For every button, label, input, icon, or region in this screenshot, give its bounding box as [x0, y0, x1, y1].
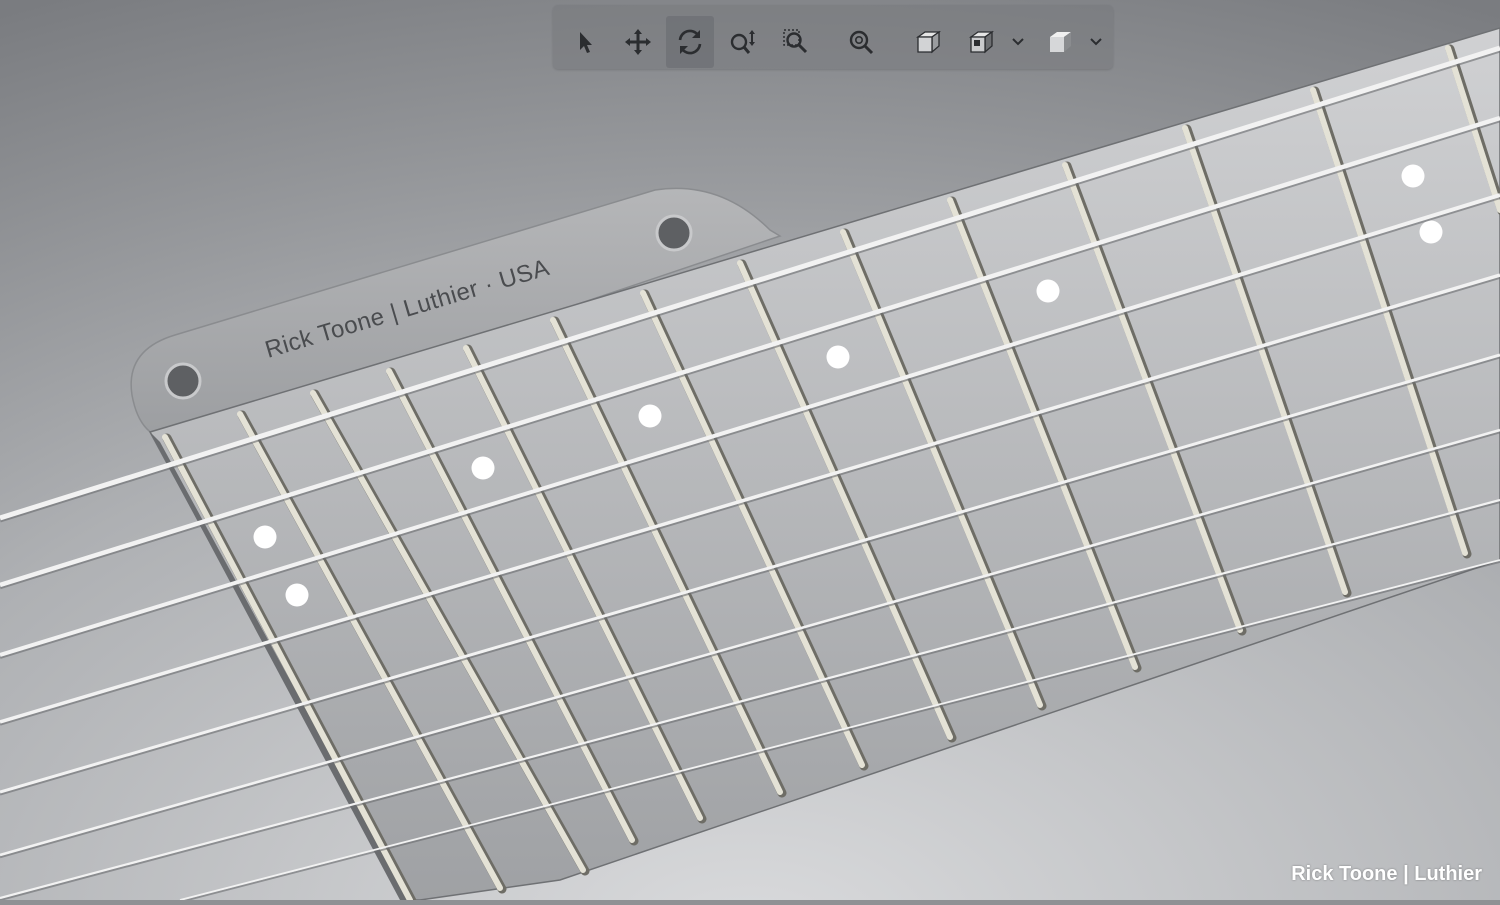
fret-inlay-dot [826, 345, 850, 369]
fret-inlay-dot [285, 583, 309, 607]
move-arrows-icon [625, 29, 651, 55]
watermark-text: Rick Toone | Luthier [1291, 863, 1482, 885]
view-orientation-tool-button[interactable] [904, 16, 952, 68]
zoom-to-fit-tool-button[interactable] [838, 16, 886, 68]
chevron-down-icon [1090, 38, 1102, 46]
select-tool-button[interactable] [561, 16, 609, 68]
pan-tool-button[interactable] [614, 16, 662, 68]
plate-screw-hole [164, 362, 202, 400]
view-toolbar [553, 5, 1113, 69]
fret-inlay-dot [1401, 164, 1425, 188]
display-style-dropdown[interactable] [1007, 16, 1029, 68]
zoom-area-icon [783, 29, 808, 54]
3d-viewport[interactable]: Rick Toone | Luthier · USA Rick Toone | … [0, 0, 1500, 905]
arrow-pointer-icon [580, 32, 592, 53]
cube-icon [915, 30, 942, 54]
fret-inlay-dot [638, 404, 662, 428]
fret-inlay-dot [253, 525, 277, 549]
rotate-view-tool-button[interactable] [666, 16, 714, 68]
rotate-arrows-icon [678, 29, 702, 55]
zoom-in-out-tool-button[interactable] [719, 16, 767, 68]
fret-inlay-dot [471, 456, 495, 480]
section-view-menu-button[interactable] [1036, 16, 1084, 68]
plate-screw-hole [655, 214, 693, 252]
model-canvas[interactable]: Rick Toone | Luthier · USA [0, 0, 1500, 905]
fret-inlay-dot [1036, 279, 1060, 303]
cube-shaded-icon [1050, 32, 1071, 52]
cube-shaded-edges-icon [968, 30, 995, 54]
section-view-dropdown[interactable] [1085, 16, 1107, 68]
zoom-to-area-tool-button[interactable] [772, 16, 820, 68]
zoom-in-out-icon [730, 30, 755, 54]
zoom-fit-icon [849, 30, 874, 55]
fret-inlay-dot [1419, 220, 1443, 244]
chevron-down-icon [1012, 38, 1024, 46]
display-style-menu-button[interactable] [957, 16, 1005, 68]
